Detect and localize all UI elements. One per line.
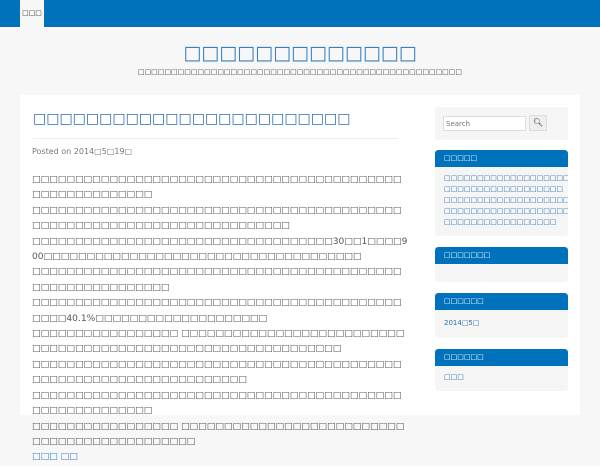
category-link[interactable]: □□□ bbox=[444, 372, 559, 383]
nav-home-tab[interactable]: □□□ bbox=[20, 0, 44, 27]
search-input[interactable] bbox=[443, 116, 526, 131]
widget-title: □□□□□ bbox=[435, 150, 568, 167]
post-title[interactable]: □□□□□□□□□□□□□□□□□□□□□□□□ bbox=[33, 111, 350, 127]
main-container: □□□□□□□□□□□□□□□□□□□□□□□□ Posted on 2014□… bbox=[20, 95, 580, 462]
paragraph: □□□□□□□□□□□□□□□□□ □□□□□□□□□□□□□□□□□□□□□□… bbox=[32, 329, 405, 355]
paragraph: □□□□□□□□□□□□□□□□□□□□□□□□□□□□□□□□□□□□□□□□… bbox=[32, 390, 402, 417]
post-body: □□□□□□□□□□□□□□□□□□□□□□□□□□□□□□□□□□□□□□□□… bbox=[32, 173, 410, 466]
recent-post-link[interactable]: □□□□□□□□□□□□□□□□□□ bbox=[444, 184, 563, 195]
sidebar: 🔍︎ □□□□□ □□□□□□□□□□□□□□□□□□□ □□□□□□□□□□□… bbox=[435, 107, 568, 402]
recent-post-link[interactable]: □□□□□□□□□□□□□□□□□ bbox=[444, 217, 559, 228]
paragraph: □□□□□□□□□□□□□□□□□□□□□□□□□□□□□□□□□□□□□□□□… bbox=[32, 359, 402, 386]
widget-categories: □□□□□□ □□□ bbox=[435, 349, 568, 391]
site-tagline: □□□□□□□□□□□□□□□□□□□□□□□□□□□□□□□□□□□□□□□□… bbox=[137, 68, 463, 76]
paragraph: □□□□□□□□□□□□□□□□□□□□□□□□□□□□□□□□□□□30□□1… bbox=[32, 236, 408, 263]
recent-post-link[interactable]: □□□□□□□□□□□□□□□□□□□□ bbox=[444, 206, 568, 217]
post-date: Posted on 2014□5□19□ bbox=[32, 147, 133, 156]
archive-link[interactable]: 2014□5□ bbox=[444, 318, 559, 329]
search-icon: 🔍︎ bbox=[532, 118, 544, 127]
search-button[interactable]: 🔍︎ bbox=[529, 115, 547, 131]
widget-title: □□□□□□□ bbox=[435, 247, 568, 264]
recent-post-link[interactable]: □□□□□□□□□□□□□□□□□□□ bbox=[444, 173, 568, 184]
widget-title: □□□□□□ bbox=[435, 293, 568, 310]
divider bbox=[33, 138, 398, 139]
site-title[interactable]: □□□□□□□□□□□□□ bbox=[0, 42, 600, 64]
paragraph: □□□□□□□□□□□□□□□□□ □□□□□□□□□□□□□□□□□□□□□□… bbox=[32, 421, 405, 447]
widget-recent-posts: □□□□□ □□□□□□□□□□□□□□□□□□□ □□□□□□□□□□□□□□… bbox=[435, 150, 568, 236]
search-widget: 🔍︎ bbox=[435, 107, 568, 140]
paragraph: □□□□□□□□□□□□□□□□□□□□□□□□□□□□□□□□□□□□□□□□… bbox=[32, 175, 402, 201]
widget-recent-comments: □□□□□□□ bbox=[435, 247, 568, 282]
paragraph: □□□□□□□□□□□□□□□□□□□□□□□□□□□□□□□□□□□□□□□□… bbox=[32, 205, 402, 232]
widget-title: □□□□□□ bbox=[435, 349, 568, 366]
top-nav-bar bbox=[0, 0, 600, 27]
recent-post-link[interactable]: □□□□□□□□□□□□□□□□□□□ bbox=[444, 195, 568, 206]
paragraph: □□□□□□□□□□□□□□□□□□□□□□□□□□□□□□□□□□□□□□□□… bbox=[32, 298, 402, 324]
widget-archives: □□□□□□ 2014□5□ bbox=[435, 293, 568, 338]
read-more-link[interactable]: □□□ □□ bbox=[32, 450, 410, 465]
paragraph: □□□□□□□□□□□□□□□□□□□□□□□□□□□□□□□□□□□□□□□□… bbox=[32, 267, 402, 293]
